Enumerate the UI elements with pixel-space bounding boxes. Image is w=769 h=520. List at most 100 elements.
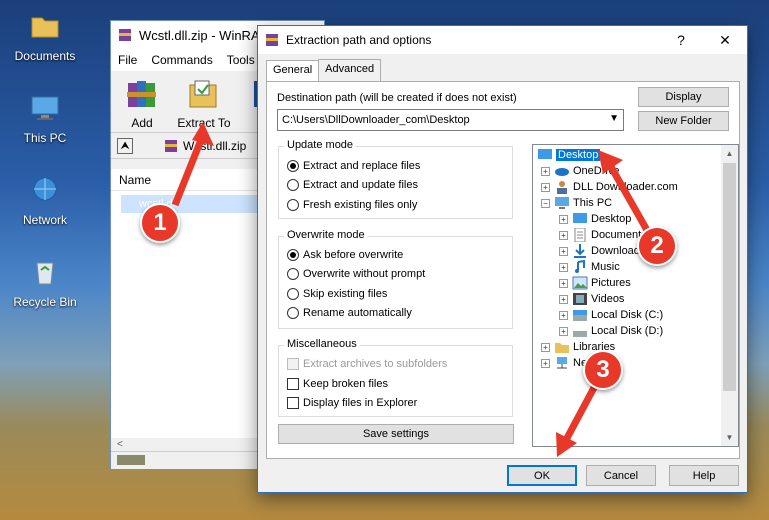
menu-file[interactable]: File bbox=[111, 53, 144, 67]
radio-skip-existing[interactable]: Skip existing files bbox=[287, 288, 387, 300]
close-button[interactable]: ✕ bbox=[703, 32, 747, 49]
tree-item-user[interactable]: + DLL Downloader.com bbox=[541, 179, 678, 195]
tree-item-desktop[interactable]: + Desktop bbox=[559, 211, 631, 227]
tree-item-label: Videos bbox=[591, 293, 625, 305]
tree-item-this-pc[interactable]: − This PC bbox=[541, 195, 612, 211]
checkbox[interactable] bbox=[287, 397, 299, 409]
help-titlebar-button[interactable]: ? bbox=[659, 32, 703, 48]
save-settings-button[interactable]: Save settings bbox=[278, 424, 514, 444]
radio-fresh-existing[interactable]: Fresh existing files only bbox=[287, 199, 417, 211]
scroll-thumb[interactable] bbox=[723, 163, 736, 391]
tab-advanced[interactable]: Advanced bbox=[318, 59, 382, 81]
radio-extract-replace[interactable]: Extract and replace files bbox=[287, 160, 420, 172]
expand-icon[interactable]: + bbox=[541, 358, 550, 368]
tree-item-music[interactable]: + Music bbox=[559, 259, 620, 275]
expand-icon[interactable]: + bbox=[541, 342, 550, 352]
tree-item-videos[interactable]: + Videos bbox=[559, 291, 624, 307]
tree-item-desktop-root[interactable]: Desktop bbox=[537, 147, 601, 163]
expand-icon[interactable]: + bbox=[559, 262, 568, 272]
expand-icon[interactable]: + bbox=[559, 294, 568, 304]
callout-3: 3 bbox=[583, 350, 623, 390]
scroll-down-icon[interactable]: ▼ bbox=[721, 429, 738, 446]
display-button[interactable]: Display bbox=[638, 87, 729, 107]
help-button[interactable]: Help bbox=[669, 465, 739, 486]
add-button[interactable]: Add bbox=[111, 71, 173, 132]
list-item[interactable]: wcstl.dll bbox=[121, 195, 261, 213]
radio-rename-automatically[interactable]: Rename automatically bbox=[287, 307, 412, 319]
tab-general[interactable]: General bbox=[266, 60, 320, 82]
radio-button[interactable] bbox=[287, 249, 299, 261]
radio-button[interactable] bbox=[287, 288, 299, 300]
callout-1: 1 bbox=[140, 203, 180, 243]
up-folder-icon[interactable]: ⮝ bbox=[117, 137, 133, 154]
radio-extract-update[interactable]: Extract and update files bbox=[287, 179, 418, 191]
column-header-label: Name bbox=[119, 172, 152, 187]
expand-icon[interactable]: + bbox=[559, 246, 568, 256]
menu-tools[interactable]: Tools bbox=[220, 53, 262, 67]
desktop-icon-documents[interactable]: Documents bbox=[0, 10, 90, 63]
scroll-left-icon[interactable]: < bbox=[117, 439, 123, 450]
new-folder-button[interactable]: New Folder bbox=[638, 111, 729, 131]
folder-tree[interactable]: Desktop + OneDrive + DLL Downloader.com … bbox=[532, 144, 739, 447]
checkbox-extract-to-subfolders[interactable]: Extract archives to subfolders bbox=[287, 358, 447, 370]
expand-icon[interactable]: + bbox=[559, 230, 568, 240]
tree-item-label: OneDrive bbox=[573, 165, 620, 177]
recycle-bin-icon bbox=[36, 262, 54, 285]
folder-icon bbox=[31, 17, 59, 38]
expand-icon[interactable]: + bbox=[559, 214, 568, 224]
tree-item-local-disk-c[interactable]: + Local Disk (C:) bbox=[559, 307, 663, 323]
scroll-up-icon[interactable]: ▲ bbox=[721, 145, 738, 162]
option-label: Display files in Explorer bbox=[303, 397, 418, 409]
dialog-titlebar[interactable]: Extraction path and options ? ✕ bbox=[258, 26, 747, 54]
tree-vertical-scrollbar[interactable]: ▲ ▼ bbox=[721, 145, 738, 446]
expand-icon[interactable]: + bbox=[559, 310, 568, 320]
pictures-icon bbox=[572, 276, 588, 290]
radio-overwrite-without-prompt[interactable]: Overwrite without prompt bbox=[287, 268, 425, 280]
extract-to-button[interactable]: Extract To bbox=[173, 71, 235, 132]
radio-button[interactable] bbox=[287, 160, 299, 172]
radio-button[interactable] bbox=[287, 307, 299, 319]
archive-books-icon bbox=[127, 81, 156, 107]
ok-button[interactable]: OK bbox=[507, 465, 577, 486]
radio-ask-before[interactable]: Ask before overwrite bbox=[287, 249, 403, 261]
document-icon bbox=[574, 228, 586, 242]
tree-item-pictures[interactable]: + Pictures bbox=[559, 275, 631, 291]
checkbox[interactable] bbox=[287, 358, 299, 370]
cancel-button[interactable]: Cancel bbox=[586, 465, 656, 486]
extract-to-label: Extract To bbox=[177, 116, 231, 130]
checkbox-keep-broken[interactable]: Keep broken files bbox=[287, 378, 388, 390]
tree-item-documents[interactable]: + Documents bbox=[559, 227, 647, 243]
expand-icon[interactable]: + bbox=[559, 278, 568, 288]
desktop-icon-recycle-bin[interactable]: Recycle Bin bbox=[0, 256, 90, 309]
film-icon bbox=[573, 293, 587, 305]
expand-icon[interactable]: + bbox=[559, 326, 568, 336]
desktop-icon-network[interactable]: Network bbox=[0, 174, 90, 227]
cloud-icon bbox=[555, 168, 569, 176]
desktop-icon-label: Network bbox=[22, 213, 67, 227]
general-panel: Destination path (will be created if doe… bbox=[266, 81, 740, 459]
tree-item-downloads[interactable]: + Downloads bbox=[559, 243, 645, 259]
radio-button[interactable] bbox=[287, 268, 299, 280]
destination-path-combobox[interactable]: C:\Users\DllDownloader_com\Desktop ▼ bbox=[277, 109, 624, 131]
checkbox[interactable] bbox=[287, 378, 299, 390]
collapse-icon[interactable]: − bbox=[541, 198, 550, 208]
download-arrow-icon bbox=[574, 244, 586, 258]
drive-key-icon bbox=[117, 455, 145, 465]
tree-item-label: This PC bbox=[573, 197, 613, 209]
desktop-icon-this-pc[interactable]: This PC bbox=[0, 92, 90, 145]
dialog-title: Extraction path and options bbox=[286, 33, 432, 47]
tree-item-label: Local Disk (C:) bbox=[591, 309, 664, 321]
menu-commands[interactable]: Commands bbox=[144, 53, 219, 67]
radio-button[interactable] bbox=[287, 199, 299, 211]
winrar-icon bbox=[266, 34, 278, 46]
expand-icon[interactable]: + bbox=[541, 166, 550, 176]
tree-item-onedrive[interactable]: + OneDrive bbox=[541, 163, 619, 179]
destination-path-label: Destination path (will be created if doe… bbox=[277, 92, 517, 104]
radio-button[interactable] bbox=[287, 179, 299, 191]
option-label: Fresh existing files only bbox=[303, 199, 418, 211]
option-label: Overwrite without prompt bbox=[303, 268, 426, 280]
expand-icon[interactable]: + bbox=[541, 182, 550, 192]
checkbox-display-in-explorer[interactable]: Display files in Explorer bbox=[287, 397, 417, 409]
chevron-down-icon[interactable]: ▼ bbox=[609, 113, 619, 124]
tree-item-local-disk-d[interactable]: + Local Disk (D:) bbox=[559, 323, 663, 339]
